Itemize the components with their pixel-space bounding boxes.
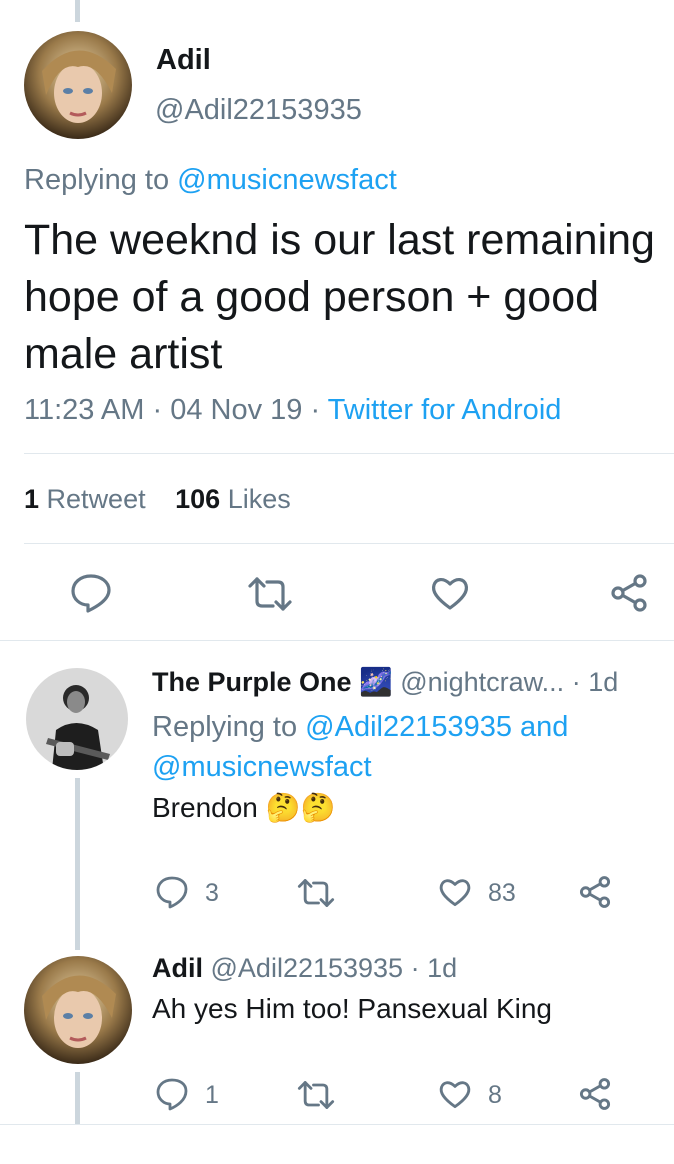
- tweet-text-line: The weeknd is our last remaining: [24, 216, 655, 264]
- reply-author-name[interactable]: Adil: [152, 953, 203, 983]
- meta-separator: ·: [310, 394, 321, 426]
- heart-icon[interactable]: [438, 1078, 472, 1110]
- reply-bubble-icon[interactable]: [155, 875, 189, 909]
- reply-text-body: Brendon: [152, 792, 258, 823]
- meta-separator: ·: [152, 394, 163, 426]
- heart-icon[interactable]: [430, 574, 470, 612]
- divider: [0, 1124, 674, 1125]
- replying-to-line: Replying to @musicnewsfact: [24, 164, 397, 197]
- replying-to-user-link[interactable]: @musicnewsfact: [152, 751, 372, 783]
- divider: [24, 453, 674, 454]
- tweet-meta: 11:23 AM · 04 Nov 19 · Twitter for Andro…: [24, 394, 561, 427]
- retweets-stat[interactable]: 1 Retweet: [24, 484, 153, 514]
- thread-line-reply2: [75, 1072, 80, 1124]
- tweet-time: 11:23 AM: [24, 394, 145, 426]
- replying-to-label: Replying to: [24, 164, 170, 196]
- retweet-label: Retweet: [46, 484, 146, 514]
- thread-line-top: [75, 0, 80, 22]
- galaxy-emoji: 🌌: [359, 667, 393, 697]
- tweet-source-link[interactable]: Twitter for Android: [328, 394, 562, 426]
- reply-author-handle[interactable]: @Adil22153935: [211, 953, 404, 983]
- like-count: 8: [488, 1081, 502, 1109]
- avatar-adil[interactable]: [24, 31, 132, 139]
- replying-to-label: Replying to: [152, 711, 298, 743]
- reply-header: The Purple One 🌌 @nightcraw... · 1d: [152, 666, 618, 698]
- tweet-date: 04 Nov 19: [170, 394, 303, 426]
- retweet-icon[interactable]: [246, 576, 294, 612]
- reply-author-name[interactable]: The Purple One: [152, 667, 352, 697]
- like-count: 106: [175, 484, 221, 514]
- replying-to-user-link[interactable]: @Adil22153935: [305, 711, 512, 743]
- divider: [0, 640, 674, 641]
- avatar-adil[interactable]: [24, 956, 132, 1064]
- reply-author-handle[interactable]: @nightcraw...: [400, 667, 564, 697]
- author-handle[interactable]: @Adil22153935: [155, 94, 362, 127]
- heart-icon[interactable]: [438, 876, 472, 908]
- divider: [24, 543, 674, 544]
- reply-age: · 1d: [410, 953, 458, 983]
- tweet-text: The weeknd is our last remaining hope of…: [24, 212, 655, 383]
- avatar-the-purple-one[interactable]: [26, 668, 128, 770]
- replying-to-line: Replying to @Adil22153935 and @musicnews…: [152, 707, 622, 787]
- like-label: Likes: [227, 484, 291, 514]
- share-icon[interactable]: [578, 1077, 612, 1111]
- tweet-text-line: male artist: [24, 330, 223, 378]
- reply-count: 3: [205, 879, 219, 907]
- engagement-stats: 1 Retweet 106 Likes: [24, 484, 291, 515]
- retweet-icon[interactable]: [296, 1080, 336, 1110]
- replying-to-user-link[interactable]: @musicnewsfact: [177, 164, 397, 196]
- share-icon[interactable]: [578, 875, 612, 909]
- retweet-icon[interactable]: [296, 878, 336, 908]
- reply-count: 1: [205, 1081, 219, 1109]
- retweet-count: 1: [24, 484, 40, 514]
- reply-bubble-icon[interactable]: [70, 573, 112, 613]
- thread-line-reply1: [75, 778, 80, 950]
- reply-header: Adil @Adil22153935 · 1d: [152, 953, 457, 984]
- reply-text: Ah yes Him too! Pansexual King: [152, 993, 552, 1024]
- replying-to-and[interactable]: and: [520, 711, 568, 743]
- likes-stat[interactable]: 106 Likes: [175, 484, 291, 514]
- thinking-emoji: 🤔🤔: [265, 792, 336, 823]
- author-name[interactable]: Adil: [156, 44, 211, 77]
- reply-bubble-icon[interactable]: [155, 1077, 189, 1111]
- like-count: 83: [488, 879, 516, 907]
- tweet-text-line: hope of a good person + good: [24, 273, 600, 321]
- share-icon[interactable]: [609, 573, 649, 613]
- reply-age: · 1d: [571, 667, 619, 697]
- reply-text: Brendon 🤔🤔: [152, 791, 335, 824]
